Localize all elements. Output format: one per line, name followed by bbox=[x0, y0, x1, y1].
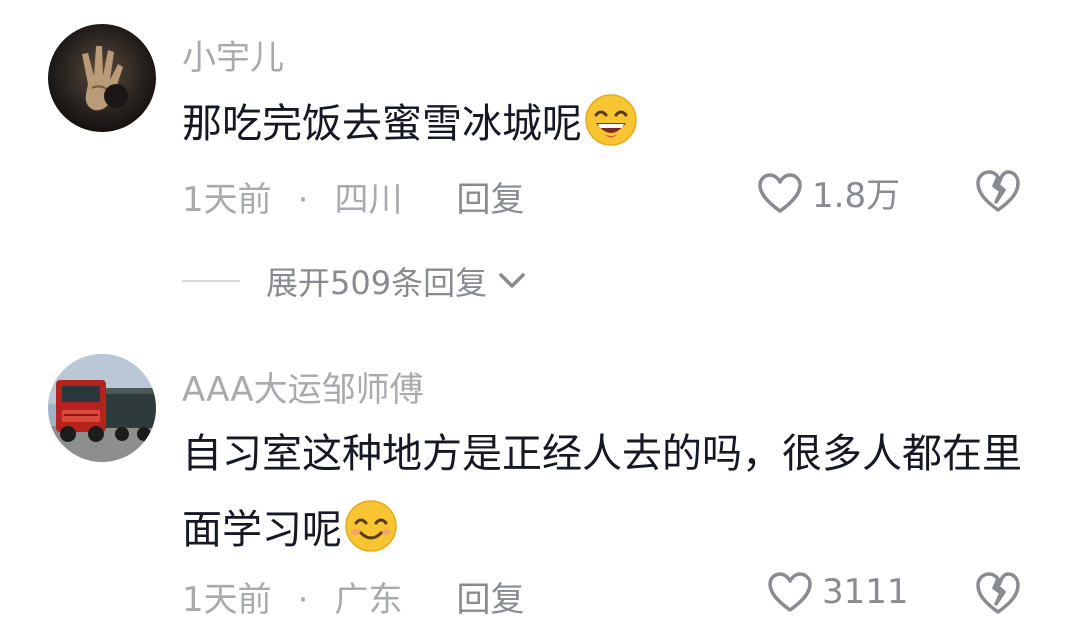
comment-meta: 1天前 · 四川 回复 bbox=[182, 172, 524, 221]
separator-dot: · bbox=[297, 180, 309, 220]
heart-icon bbox=[758, 172, 802, 213]
like-count: 3111 bbox=[822, 572, 909, 612]
chevron-down-icon bbox=[499, 273, 525, 288]
comment-text: 那吃完饭去蜜雪冰城呢 bbox=[182, 86, 1022, 162]
like-button[interactable]: 3111 bbox=[766, 570, 909, 614]
comment-location: 四川 bbox=[334, 180, 403, 220]
comment-time: 1天前 bbox=[182, 180, 272, 220]
comment-meta: 1天前 · 广东 回复 bbox=[182, 572, 524, 621]
comment-text-body: 自习室这种地方是正经人去的吗，很多人都在里面学习呢 bbox=[182, 431, 1022, 553]
expand-replies-label: 展开509条回复 bbox=[266, 264, 488, 302]
comment-text-body: 那吃完饭去蜜雪冰城呢 bbox=[182, 101, 582, 147]
reply-button[interactable]: 回复 bbox=[456, 180, 524, 220]
grinning-sweat-emoji bbox=[585, 94, 637, 146]
username[interactable]: 小宇儿 bbox=[182, 30, 284, 79]
comment-text: 自习室这种地方是正经人去的吗，很多人都在里面学习呢 bbox=[182, 416, 1022, 568]
broken-heart-icon bbox=[976, 170, 1020, 212]
dislike-button[interactable] bbox=[974, 570, 1022, 620]
broken-heart-icon bbox=[976, 572, 1020, 614]
avatar[interactable] bbox=[48, 354, 156, 462]
dislike-button[interactable] bbox=[974, 168, 1022, 218]
smiling-blush-emoji bbox=[345, 500, 397, 552]
separator-dot: · bbox=[297, 580, 309, 620]
avatar[interactable] bbox=[48, 24, 156, 132]
like-count: 1.8万 bbox=[812, 176, 901, 216]
comment-location: 广东 bbox=[334, 580, 403, 620]
comment-time: 1天前 bbox=[182, 580, 272, 620]
heart-icon bbox=[768, 572, 812, 612]
expand-replies-button[interactable]: 展开509条回复 bbox=[182, 258, 527, 304]
reply-button[interactable]: 回复 bbox=[456, 580, 524, 620]
username[interactable]: AAA大运邹师傅 bbox=[182, 362, 424, 411]
divider-line bbox=[182, 280, 240, 282]
like-button[interactable]: 1.8万 bbox=[756, 168, 900, 217]
